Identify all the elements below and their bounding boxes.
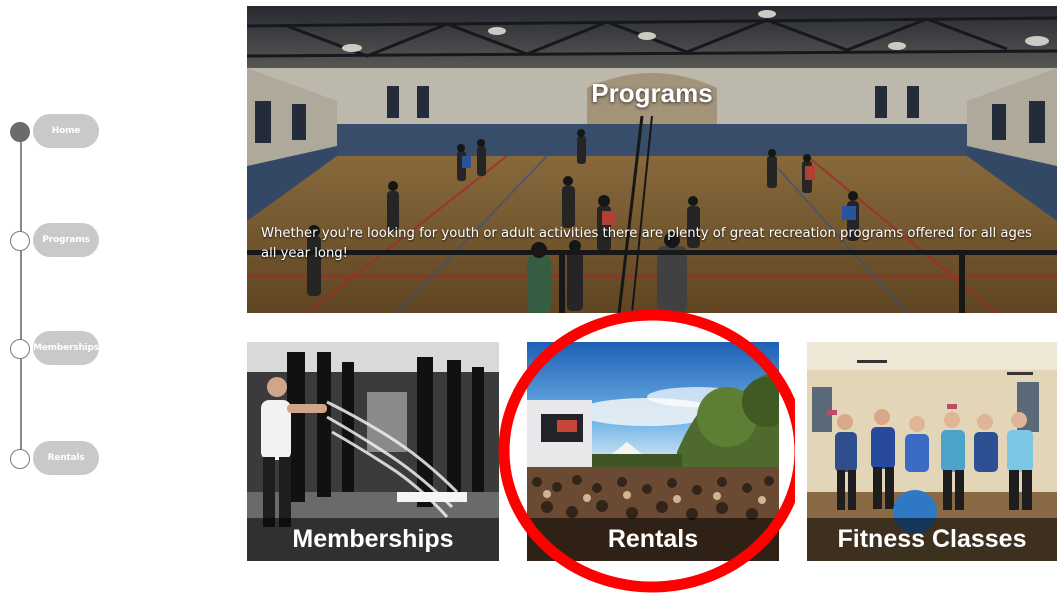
nav-node-programs[interactable] xyxy=(10,231,30,251)
nav-item-label: Rentals xyxy=(47,453,85,463)
nav-item-home[interactable]: Home xyxy=(33,114,99,148)
nav-node-rentals[interactable] xyxy=(10,449,30,469)
nav-item-programs[interactable]: Programs xyxy=(33,223,99,257)
tile-caption: Memberships xyxy=(247,518,499,561)
gymnasium-image xyxy=(247,6,1057,313)
fitness-classes-tile[interactable]: Fitness Classes xyxy=(807,342,1057,561)
tile-caption: Rentals xyxy=(527,518,779,561)
programs-hero[interactable]: Programs Whether you're looking for yout… xyxy=(247,6,1057,313)
memberships-tile[interactable]: Memberships xyxy=(247,342,499,561)
nav-item-label: Home xyxy=(51,126,81,136)
hero-description: Whether you're looking for youth or adul… xyxy=(261,226,1032,261)
nav-item-label: Programs xyxy=(42,235,90,245)
nav-item-memberships[interactable]: Memberships xyxy=(33,331,99,365)
timeline-line xyxy=(20,132,22,460)
rentals-tile[interactable]: Rentals xyxy=(527,342,779,561)
nav-item-label: Memberships xyxy=(33,343,99,353)
nav-node-memberships[interactable] xyxy=(10,339,30,359)
nav-item-rentals[interactable]: Rentals xyxy=(33,441,99,475)
hero-title: Programs xyxy=(591,78,713,108)
nav-node-home[interactable] xyxy=(10,122,30,142)
tile-caption: Fitness Classes xyxy=(807,518,1057,561)
